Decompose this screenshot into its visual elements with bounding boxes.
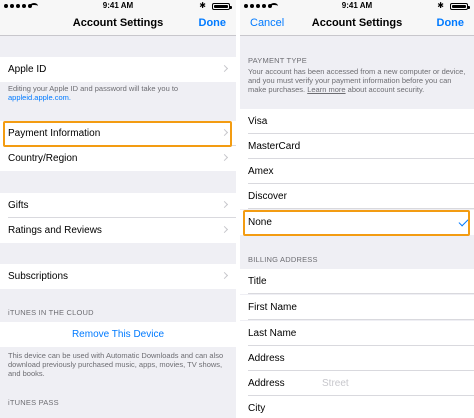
billing-field-last-name[interactable]: Last Name	[240, 321, 474, 346]
country-region-row[interactable]: Country/Region	[0, 146, 236, 171]
ratings-reviews-label: Ratings and Reviews	[8, 225, 102, 236]
chevron-right-icon	[220, 153, 229, 162]
payment-information-label: Payment Information	[8, 128, 101, 139]
country-region-label: Country/Region	[8, 153, 78, 164]
learn-more-link[interactable]: Learn more	[307, 85, 345, 94]
itunes-pass-header: iTUNES PASS	[8, 398, 59, 407]
billing-field-address[interactable]: Address	[240, 346, 474, 371]
billing-field-address-street[interactable]: Address Street	[240, 371, 474, 396]
payment-option-label: Visa	[248, 116, 268, 127]
payment-type-screen: 9:41 AM ✱ Cancel Account Settings Done P…	[240, 0, 474, 418]
done-button[interactable]: Done	[199, 17, 227, 29]
billing-field-label: Last Name	[248, 328, 297, 339]
chevron-right-icon	[220, 225, 229, 234]
payment-type-header: PAYMENT TYPE	[248, 56, 307, 65]
billing-address-header: BILLING ADDRESS	[248, 255, 318, 264]
billing-field-label: First Name	[248, 302, 297, 313]
subscriptions-row[interactable]: Subscriptions	[0, 264, 236, 289]
appleid-link[interactable]: appleid.apple.com.	[8, 93, 71, 102]
billing-field-label: Title	[248, 276, 267, 287]
nav-bar: Account Settings Done	[0, 12, 236, 36]
checkmark-icon	[458, 216, 469, 227]
billing-field-city[interactable]: City	[240, 396, 474, 418]
apple-id-note: Editing your Apple ID and password will …	[8, 84, 179, 102]
itunes-cloud-header: iTUNES IN THE CLOUD	[8, 308, 94, 317]
billing-field-first-name[interactable]: First Name	[240, 295, 474, 320]
payment-option-amex[interactable]: Amex	[240, 159, 474, 184]
status-bar: 9:41 AM ✱	[240, 0, 474, 12]
apple-id-row[interactable]: Apple ID	[0, 57, 236, 82]
payment-option-label: None	[248, 217, 272, 228]
gifts-row[interactable]: Gifts	[0, 193, 236, 218]
apple-id-label: Apple ID	[8, 64, 47, 75]
battery-icon	[212, 3, 232, 10]
payment-security-note: Your account has been accessed from a ne…	[248, 67, 466, 94]
billing-field-label: Address	[248, 378, 285, 389]
billing-field-label: City	[248, 403, 266, 414]
payment-information-row[interactable]: Payment Information	[0, 121, 236, 146]
billing-field-title[interactable]: Title	[240, 269, 474, 294]
payment-option-label: Amex	[248, 166, 274, 177]
billing-field-label: Address	[248, 353, 285, 364]
payment-option-visa[interactable]: Visa	[240, 109, 474, 134]
payment-option-none[interactable]: None	[240, 210, 474, 235]
payment-option-label: Discover	[248, 191, 287, 202]
street-placeholder: Street	[322, 378, 349, 389]
chevron-right-icon	[220, 271, 229, 280]
gifts-label: Gifts	[8, 200, 29, 211]
cloud-note: This device can be used with Automatic D…	[8, 351, 224, 378]
chevron-right-icon	[220, 64, 229, 73]
payment-option-label: MasterCard	[248, 141, 301, 152]
account-settings-screen: 9:41 AM ✱ Account Settings Done Apple ID…	[0, 0, 236, 418]
chevron-right-icon	[220, 200, 229, 209]
subscriptions-label: Subscriptions	[8, 271, 69, 282]
chevron-right-icon	[220, 128, 229, 137]
battery-icon	[450, 3, 470, 10]
ratings-reviews-row[interactable]: Ratings and Reviews	[0, 218, 236, 243]
payment-option-discover[interactable]: Discover	[240, 184, 474, 209]
remove-device-button[interactable]: Remove This Device	[0, 322, 236, 347]
nav-bar: Cancel Account Settings Done	[240, 12, 474, 36]
bluetooth-icon: ✱	[437, 1, 444, 10]
done-button[interactable]: Done	[437, 17, 465, 29]
status-bar: 9:41 AM ✱	[0, 0, 236, 12]
payment-option-mastercard[interactable]: MasterCard	[240, 134, 474, 159]
bluetooth-icon: ✱	[199, 1, 206, 10]
